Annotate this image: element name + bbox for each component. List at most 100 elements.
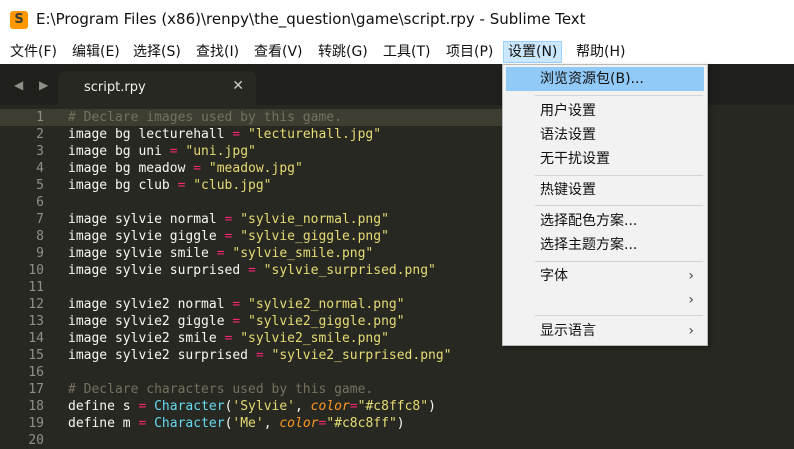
window-title: E:\Program Files (x86)\renpy\the_questio… bbox=[36, 10, 586, 28]
line-number: 11 bbox=[28, 280, 44, 295]
menu-item-label: 语法设置 bbox=[540, 127, 596, 143]
code-token: 'Me' bbox=[232, 416, 264, 431]
line-number: 1 bbox=[36, 110, 44, 125]
code-token: "lecturehall.jpg" bbox=[248, 127, 382, 142]
line-number: 18 bbox=[28, 399, 44, 414]
code-token: "sylvie_normal.png" bbox=[240, 212, 389, 227]
code-text: # Declare characters used by this game. bbox=[68, 381, 373, 398]
menu-help[interactable]: 帮助(H) bbox=[576, 42, 625, 62]
menu-file[interactable]: 文件(F) bbox=[10, 42, 57, 62]
menu-project[interactable]: 项目(P) bbox=[446, 42, 493, 62]
code-text: image bg club = "club.jpg" bbox=[68, 177, 272, 194]
code-token: define m bbox=[68, 416, 139, 431]
code-line[interactable]: 16 bbox=[0, 364, 794, 381]
menu-selection[interactable]: 选择(S) bbox=[133, 42, 181, 62]
menu-item-unlabeled-submenu[interactable]: › bbox=[506, 288, 704, 312]
menu-item-key-bindings[interactable]: 热键设置 bbox=[506, 178, 704, 202]
menu-view[interactable]: 查看(V) bbox=[254, 42, 303, 62]
code-text: image sylvie giggle = "sylvie_giggle.png… bbox=[68, 228, 389, 245]
code-line[interactable]: 18 define s = Character('Sylvie', color="… bbox=[0, 398, 794, 415]
menu-find[interactable]: 查找(I) bbox=[196, 42, 239, 62]
code-token: ) bbox=[396, 416, 405, 431]
line-number: 15 bbox=[28, 348, 44, 363]
preferences-dropdown-menu: 浏览资源包(B)... 用户设置 语法设置 无干扰设置 热键设置 选择配色方案.… bbox=[502, 64, 708, 346]
code-token: image bg club bbox=[68, 178, 178, 193]
line-number: 17 bbox=[28, 382, 44, 397]
menu-item-label: 浏览资源包(B)... bbox=[540, 71, 644, 87]
code-token: = bbox=[216, 246, 225, 261]
code-line[interactable]: 15 image sylvie2 surprised = "sylvie2_sur… bbox=[0, 347, 794, 364]
code-token: = bbox=[169, 144, 178, 159]
menu-item-font[interactable]: 字体 › bbox=[506, 264, 704, 288]
code-token: = bbox=[255, 348, 264, 363]
line-number: 13 bbox=[28, 314, 44, 329]
line-number: 16 bbox=[28, 365, 44, 380]
code-text: image bg uni = "uni.jpg" bbox=[68, 143, 256, 160]
menu-item-select-color-scheme[interactable]: 选择配色方案... bbox=[506, 209, 704, 233]
code-token: Character bbox=[154, 399, 225, 414]
code-token: = bbox=[248, 263, 256, 278]
menu-item-label: 用户设置 bbox=[540, 103, 596, 119]
code-token: "sylvie_giggle.png" bbox=[240, 229, 389, 244]
sublime-text-icon bbox=[10, 11, 28, 29]
menu-separator bbox=[535, 261, 703, 262]
menu-item-syntax-settings[interactable]: 语法设置 bbox=[506, 123, 704, 147]
tab-script-rpy[interactable]: script.rpy ✕ bbox=[58, 71, 256, 105]
tab-nav-arrows-icon[interactable]: ◀ ▶ bbox=[14, 78, 54, 92]
code-token: "sylvie2_smile.png" bbox=[240, 331, 389, 346]
menu-goto[interactable]: 转跳(G) bbox=[318, 42, 368, 62]
line-number: 7 bbox=[36, 212, 44, 227]
code-token: "#c8c8ff" bbox=[326, 416, 397, 431]
code-token: "sylvie_smile.png" bbox=[232, 246, 374, 261]
menu-item-browse-packages[interactable]: 浏览资源包(B)... bbox=[506, 67, 704, 91]
menu-bar: 文件(F) 编辑(E) 选择(S) 查找(I) 查看(V) 转跳(G) 工具(T… bbox=[0, 40, 794, 64]
code-token: "uni.jpg" bbox=[185, 144, 256, 159]
line-number: 14 bbox=[28, 331, 44, 346]
line-number: 3 bbox=[36, 144, 44, 159]
line-number: 9 bbox=[36, 246, 44, 261]
code-token: "sylvie_surprised.png" bbox=[263, 263, 436, 278]
menu-tools[interactable]: 工具(T) bbox=[383, 42, 430, 62]
menu-item-distraction-free-settings[interactable]: 无干扰设置 bbox=[506, 147, 704, 171]
close-icon[interactable]: ✕ bbox=[232, 78, 244, 94]
menu-item-select-theme[interactable]: 选择主题方案... bbox=[506, 233, 704, 257]
menu-separator bbox=[535, 205, 703, 206]
menu-separator bbox=[535, 175, 703, 176]
menu-edit[interactable]: 编辑(E) bbox=[72, 42, 120, 62]
menu-item-label: 显示语言 bbox=[540, 323, 596, 339]
code-token: color bbox=[310, 399, 350, 414]
menu-item-label: 字体 bbox=[540, 268, 568, 284]
code-token: image bg meadow bbox=[68, 161, 194, 176]
code-text: image sylvie2 normal = "sylvie2_normal.p… bbox=[68, 296, 405, 313]
code-token: "sylvie2_giggle.png" bbox=[248, 314, 405, 329]
code-token: define s bbox=[68, 399, 139, 414]
code-text: define m = Character('Me', color="#c8c8f… bbox=[68, 415, 405, 432]
line-number: 19 bbox=[28, 416, 44, 431]
menu-separator bbox=[535, 95, 703, 96]
menu-item-label: 热键设置 bbox=[540, 182, 596, 198]
code-text: image bg lecturehall = "lecturehall.jpg" bbox=[68, 126, 381, 143]
code-token: # Declare images used by this game. bbox=[68, 110, 342, 125]
chevron-right-icon: › bbox=[688, 268, 694, 284]
code-token: , bbox=[295, 399, 311, 414]
code-line[interactable]: 19 define m = Character('Me', color="#c8c… bbox=[0, 415, 794, 432]
code-line[interactable]: 17 # Declare characters used by this game… bbox=[0, 381, 794, 398]
code-text: image sylvie2 surprised = "sylvie2_surpr… bbox=[68, 347, 452, 364]
code-text: image sylvie surprised = "sylvie_surpris… bbox=[68, 262, 436, 279]
code-text: image sylvie normal = "sylvie_normal.png… bbox=[68, 211, 389, 228]
menu-item-display-language[interactable]: 显示语言 › bbox=[506, 319, 704, 343]
menu-item-label: 无干扰设置 bbox=[540, 151, 610, 167]
line-number: 5 bbox=[36, 178, 44, 193]
code-token: image sylvie smile bbox=[68, 246, 217, 261]
code-token: image sylvie2 giggle bbox=[68, 314, 233, 329]
code-token: "sylvie2_surprised.png" bbox=[271, 348, 452, 363]
menu-preferences[interactable]: 设置(N) bbox=[503, 41, 563, 63]
code-text: define s = Character('Sylvie', color="#c… bbox=[68, 398, 436, 415]
menu-item-user-settings[interactable]: 用户设置 bbox=[506, 99, 704, 123]
code-token: image sylvie surprised bbox=[68, 263, 249, 278]
chevron-right-icon: › bbox=[688, 292, 694, 308]
